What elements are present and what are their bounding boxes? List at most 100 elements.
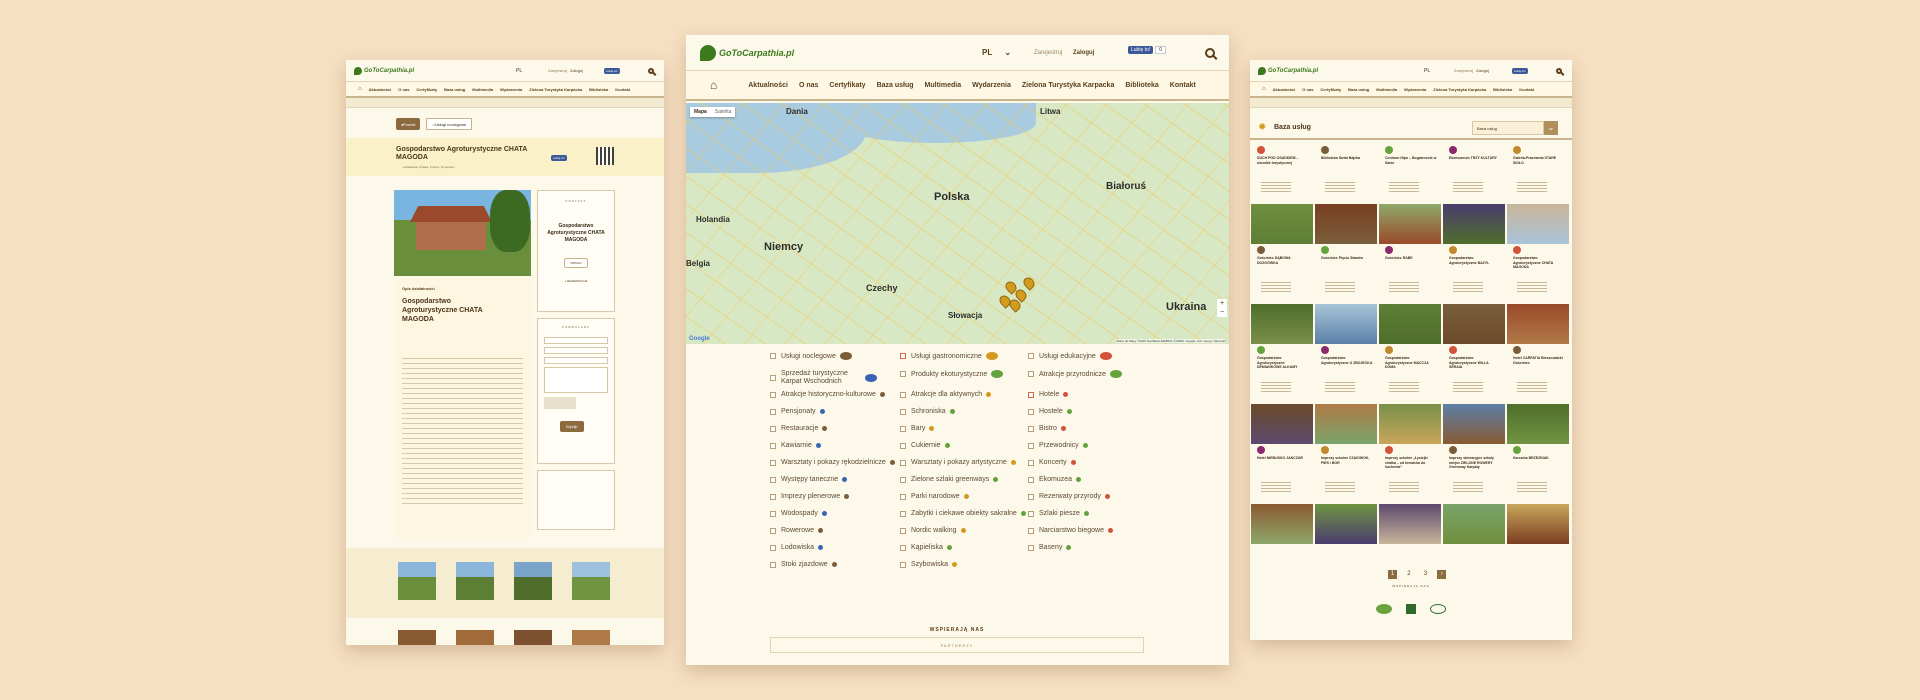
legend-item[interactable]: Sprzedaż turystyczne Karpat Wschodnich: [770, 370, 877, 386]
service-card[interactable]: Imprezy skieracyjne szkoły miejsc ZIELON…: [1443, 444, 1505, 504]
filter-chevron-icon[interactable]: ⌄: [1544, 121, 1558, 135]
services-button[interactable]: ⌂ Usługi noclegowe: [426, 118, 473, 130]
zoom-in-button[interactable]: +: [1217, 299, 1227, 308]
right-nav-item-4[interactable]: Multimedia: [1376, 87, 1397, 92]
service-card[interactable]: Gospodarstwo Agroturystyczne MACCZA DOMA: [1379, 344, 1441, 404]
legend-checkbox[interactable]: [1028, 459, 1034, 466]
legend-item[interactable]: Produkty ekoturystyczne: [900, 370, 1004, 378]
legend-checkbox[interactable]: [770, 527, 776, 534]
gallery-thumb[interactable]: [514, 630, 552, 645]
legend-checkbox[interactable]: [770, 459, 776, 466]
legend-item[interactable]: Zabytki i ciekawe obiekty sakralne: [900, 510, 1026, 517]
legend-item[interactable]: Rowerowe: [770, 527, 824, 534]
page-button[interactable]: 1: [1388, 570, 1397, 579]
service-card-photo[interactable]: [1507, 304, 1569, 344]
legend-checkbox[interactable]: [900, 391, 906, 398]
legend-checkbox[interactable]: [900, 527, 906, 534]
legend-checkbox[interactable]: [770, 561, 776, 568]
legend-checkbox[interactable]: [900, 371, 906, 377]
legend-checkbox[interactable]: [900, 353, 906, 359]
service-card[interactable]: Gospodarstwo Agroturystyczne WILLA SERAI…: [1443, 344, 1505, 404]
center-home-icon[interactable]: ⌂: [710, 78, 717, 92]
legend-item[interactable]: Hostele: [1028, 408, 1072, 415]
gallery-thumb[interactable]: [398, 562, 436, 600]
legend-item[interactable]: Nordic walking: [900, 527, 966, 534]
service-card-photo[interactable]: [1379, 304, 1441, 344]
page-button[interactable]: 3: [1421, 570, 1430, 579]
legend-checkbox[interactable]: [770, 476, 776, 483]
right-nav-item-0[interactable]: Aktualności: [1273, 87, 1296, 92]
service-card-photo[interactable]: [1251, 204, 1313, 244]
legend-item[interactable]: Warsztaty i pokazy rękodzielnicze: [770, 459, 895, 466]
legend-item[interactable]: Hotele: [1028, 391, 1069, 398]
right-home-icon[interactable]: ⌂: [1262, 86, 1266, 92]
right-filter-select[interactable]: Baza usług: [1472, 121, 1544, 135]
right-nav-item-8[interactable]: Kontakt: [1519, 87, 1534, 92]
right-logo[interactable]: GoToCarpathia.pl: [1258, 66, 1318, 75]
legend-checkbox[interactable]: [900, 510, 906, 517]
legend-checkbox[interactable]: [900, 408, 906, 415]
legend-checkbox[interactable]: [770, 391, 776, 398]
legend-item[interactable]: Wodospady: [770, 510, 827, 517]
service-card[interactable]: Gościniec Pięciu Stawów: [1315, 244, 1377, 304]
legend-checkbox[interactable]: [1028, 442, 1034, 449]
center-nav-item-5[interactable]: Wydarzenia: [972, 82, 1011, 89]
left-nav-item-7[interactable]: Biblioteka: [589, 87, 608, 92]
form-field-phone[interactable]: [544, 357, 608, 364]
legend-item[interactable]: Usługi gastronomiczne: [900, 352, 998, 360]
center-nav-item-0[interactable]: Aktualności: [748, 82, 788, 89]
legend-item[interactable]: Usługi edukacyjne: [1028, 352, 1112, 360]
center-logo[interactable]: GoToCarpathia.pl: [700, 44, 794, 61]
gallery-thumb[interactable]: [456, 562, 494, 600]
center-nav-item-8[interactable]: Kontakt: [1170, 82, 1196, 89]
legend-checkbox[interactable]: [770, 442, 776, 449]
legend-item[interactable]: Koncerty: [1028, 459, 1076, 466]
back-button[interactable]: ◂ Powrót: [396, 118, 421, 130]
service-card-photo[interactable]: [1315, 404, 1377, 444]
legend-checkbox[interactable]: [900, 442, 906, 449]
left-nav-item-6[interactable]: Zielona Turystyka Karpacka: [529, 87, 582, 92]
service-card[interactable]: Gościniec DĄBOWA DOZGÓWKA: [1251, 244, 1313, 304]
gallery-thumb[interactable]: [456, 630, 494, 645]
contact-more-button[interactable]: WIĘCEJ: [564, 258, 588, 268]
legend-item[interactable]: Atrakcje historyczno-kulturowe: [770, 391, 885, 398]
legend-item[interactable]: Stoki zjazdowe: [770, 561, 837, 568]
map-type-satellite[interactable]: Satelita: [711, 107, 736, 117]
right-nav-item-2[interactable]: Certyfikaty: [1320, 87, 1341, 92]
map-type-map[interactable]: Mapa: [690, 107, 711, 117]
legend-checkbox[interactable]: [900, 425, 906, 432]
service-card-photo[interactable]: [1379, 204, 1441, 244]
right-nav-item-5[interactable]: Wydarzenia: [1404, 87, 1426, 92]
form-field-email[interactable]: [544, 347, 608, 354]
legend-item[interactable]: Atrakcje dla aktywnych: [900, 391, 992, 398]
legend-item[interactable]: Kąpieliska: [900, 544, 952, 551]
legend-item[interactable]: Narciarstwo biegowe: [1028, 527, 1113, 534]
form-field-name[interactable]: [544, 337, 608, 344]
service-card-photo[interactable]: [1251, 304, 1313, 344]
service-card-photo[interactable]: [1315, 504, 1377, 544]
zoom-out-button[interactable]: −: [1217, 308, 1227, 317]
page-button[interactable]: 2: [1404, 570, 1413, 579]
legend-checkbox[interactable]: [1028, 425, 1034, 432]
legend-item[interactable]: Cukiernie: [900, 442, 950, 449]
right-nav-item-7[interactable]: Biblioteka: [1493, 87, 1512, 92]
center-login-link[interactable]: Zaloguj: [1073, 50, 1094, 56]
service-card[interactable]: Centrum Hipo – Bogatecznie w Sanie: [1379, 144, 1441, 204]
service-card[interactable]: Imprezy szkolne CZAIOWOK, PIES i BOR: [1315, 444, 1377, 504]
service-card-photo[interactable]: [1443, 304, 1505, 344]
legend-item[interactable]: Atrakcje przyrodnicze: [1028, 370, 1122, 378]
service-card[interactable]: Gospodarstwo Agroturystyczne U ZBOJECKA: [1315, 344, 1377, 404]
service-card[interactable]: Gospodarstwo Agroturystyczne CHATA MAGOD…: [1507, 244, 1569, 304]
legend-checkbox[interactable]: [770, 544, 776, 551]
legend-item[interactable]: Restauracje: [770, 425, 828, 432]
legend-item[interactable]: Ekomuzea: [1028, 476, 1082, 483]
legend-item[interactable]: Warsztaty i pokazy artystyczne: [900, 459, 1016, 466]
service-card[interactable]: Hotel CARPATIA Bieszczadzki Gościniec: [1507, 344, 1569, 404]
left-nav-item-1[interactable]: O nas: [398, 87, 409, 92]
gallery-thumb[interactable]: [572, 562, 610, 600]
legend-checkbox[interactable]: [900, 561, 906, 568]
left-nav-item-3[interactable]: Baza usług: [444, 87, 465, 92]
left-nav-item-8[interactable]: Kontakt: [615, 87, 630, 92]
send-button[interactable]: Wyślij ›: [560, 421, 584, 432]
service-card[interactable]: Biblioteka Świat Bajeka: [1315, 144, 1377, 204]
